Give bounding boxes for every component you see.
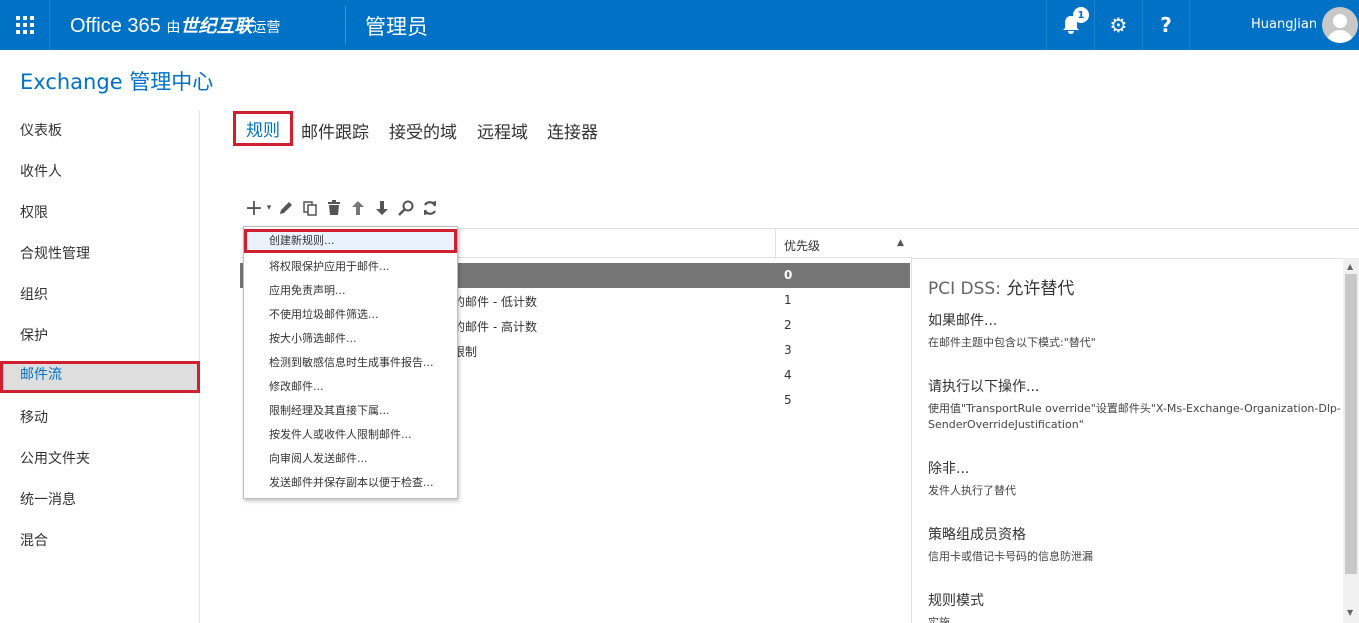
notifications-button[interactable]: 1 [1046, 0, 1094, 50]
waffle-icon [16, 16, 34, 34]
refresh-icon[interactable] [418, 197, 442, 219]
sidebar-item-compliance[interactable]: 合规性管理 [0, 240, 200, 268]
move-up-icon[interactable] [346, 197, 370, 219]
rule-priority: 3 [784, 343, 792, 357]
brand-company: 世纪互联 [180, 16, 253, 36]
tab-accepted-domains[interactable]: 接受的域 [389, 118, 457, 143]
top-bar: Office 365 由世纪互联运营 管理员 1 ⚙ ? HuangJian [0, 0, 1359, 50]
rule-detail-title: PCI DSS: 允许替代 [928, 274, 1074, 299]
sidebar-item-dashboard[interactable]: 仪表板 [0, 117, 200, 145]
menu-item-filter-by-size[interactable]: 按大小筛选邮件... [244, 327, 457, 351]
brand-suffix: 运营 [252, 19, 281, 35]
sidebar-item-organization[interactable]: 组织 [0, 281, 200, 309]
toolbar: + ▾ [244, 196, 442, 221]
settings-button[interactable]: ⚙ [1094, 0, 1142, 50]
rule-name: 的邮件 - 低计数 [453, 295, 537, 309]
mode-text: 实施 [928, 616, 950, 623]
sidebar-item-permissions[interactable]: 权限 [0, 199, 200, 227]
sidebar-item-unified-messaging[interactable]: 统一消息 [0, 486, 200, 514]
brand-prefix: Office 365 [70, 15, 161, 37]
priority-column-header[interactable]: 优先级 [784, 237, 820, 254]
brand-logo[interactable]: Office 365 由世纪互联运营 [70, 12, 280, 38]
sidebar-item-hybrid[interactable]: 混合 [0, 527, 200, 555]
rule-priority: 4 [784, 368, 792, 382]
rule-priority: 2 [784, 318, 792, 332]
sidebar-item-recipients[interactable]: 收件人 [0, 158, 200, 186]
policy-heading: 策略组成员资格 [928, 527, 1026, 543]
if-heading: 如果邮件... [928, 313, 998, 329]
menu-item-restrict-by-sender-recipient[interactable]: 按发件人或收件人限制邮件... [244, 423, 457, 447]
move-down-icon[interactable] [370, 197, 394, 219]
help-icon: ? [1160, 13, 1172, 37]
mode-heading: 规则模式 [928, 593, 984, 609]
admin-title: 管理员 [365, 15, 428, 39]
sort-ascending-icon[interactable]: ▲ [897, 238, 904, 248]
add-icon[interactable]: + [244, 196, 264, 221]
dropdown-caret-icon[interactable]: ▾ [264, 197, 274, 219]
sidebar-item-mail-flow[interactable]: 邮件流 [0, 361, 200, 393]
menu-item-create-new-rule[interactable]: 创建新规则... [244, 229, 457, 253]
scroll-up-icon[interactable]: ▲ [1347, 262, 1353, 271]
menu-item-apply-rights-protection[interactable]: 将权限保护应用于邮件... [244, 255, 457, 279]
edit-icon[interactable] [274, 197, 298, 219]
delete-icon[interactable] [322, 197, 346, 219]
except-heading: 除非... [928, 461, 970, 477]
tab-connectors[interactable]: 连接器 [547, 118, 598, 143]
menu-item-apply-disclaimer[interactable]: 应用免责声明... [244, 279, 457, 303]
menu-item-send-and-save-copy[interactable]: 发送邮件并保存副本以便于检查... [244, 471, 457, 495]
search-icon[interactable] [394, 197, 418, 219]
tab-rules[interactable]: 规则 [233, 111, 293, 146]
menu-item-incident-report[interactable]: 检测到敏感信息时生成事件报告... [244, 351, 457, 375]
sidebar-item-public-folders[interactable]: 公用文件夹 [0, 445, 200, 473]
new-rule-menu: 创建新规则... 将权限保护应用于邮件... 应用免责声明... 不使用垃圾邮件… [243, 226, 458, 499]
details-scrollbar[interactable]: ▲ ▼ [1343, 258, 1359, 623]
if-text: 在邮件主题中包含以下模式:"替代" [928, 336, 1096, 349]
do-heading: 请执行以下操作... [928, 379, 1040, 395]
detail-divider [911, 228, 1359, 229]
help-button[interactable]: ? [1142, 0, 1190, 50]
do-text: 使用值"TransportRule override"设置邮件头"X-Ms-Ex… [928, 402, 1341, 431]
tab-message-trace[interactable]: 邮件跟踪 [301, 118, 369, 143]
menu-item-restrict-managers[interactable]: 限制经理及其直接下属... [244, 399, 457, 423]
sidebar: 仪表板 收件人 权限 合规性管理 组织 保护 邮件流 移动 公用文件夹 统一消息… [0, 110, 200, 623]
username[interactable]: HuangJian [1251, 17, 1317, 32]
sidebar-item-protection[interactable]: 保护 [0, 322, 200, 350]
rule-priority: 0 [784, 268, 793, 282]
sidebar-item-mobile[interactable]: 移动 [0, 404, 200, 432]
page-title: Exchange 管理中心 [20, 70, 214, 94]
scroll-down-icon[interactable]: ▼ [1347, 608, 1353, 617]
avatar[interactable] [1322, 7, 1358, 43]
menu-item-bypass-spam-filtering[interactable]: 不使用垃圾邮件筛选... [244, 303, 457, 327]
menu-item-modify-messages[interactable]: 修改邮件... [244, 375, 457, 399]
rule-detail-title-prefix: PCI DSS: [928, 279, 1001, 299]
app-launcher-button[interactable] [0, 0, 50, 50]
gear-icon: ⚙ [1109, 13, 1128, 37]
notification-badge: 1 [1073, 7, 1089, 23]
menu-item-send-to-moderator[interactable]: 向审阅人发送邮件... [244, 447, 457, 471]
rule-detail-title-rest: 允许替代 [1006, 279, 1075, 299]
except-text: 发件人执行了替代 [928, 484, 1016, 497]
tab-remote-domains[interactable]: 远程域 [477, 118, 528, 143]
rule-priority: 5 [784, 393, 792, 407]
rule-name: 的邮件 - 高计数 [453, 320, 537, 334]
brand-by: 由 [166, 19, 181, 35]
scroll-thumb[interactable] [1345, 274, 1357, 574]
rule-priority: 1 [784, 293, 792, 307]
policy-text: 信用卡或借记卡号码的信息防泄漏 [928, 550, 1093, 563]
details-pane: PCI DSS: 允许替代 如果邮件... 在邮件主题中包含以下模式:"替代" … [911, 258, 1343, 623]
copy-icon[interactable] [298, 197, 322, 219]
top-divider [345, 6, 346, 44]
